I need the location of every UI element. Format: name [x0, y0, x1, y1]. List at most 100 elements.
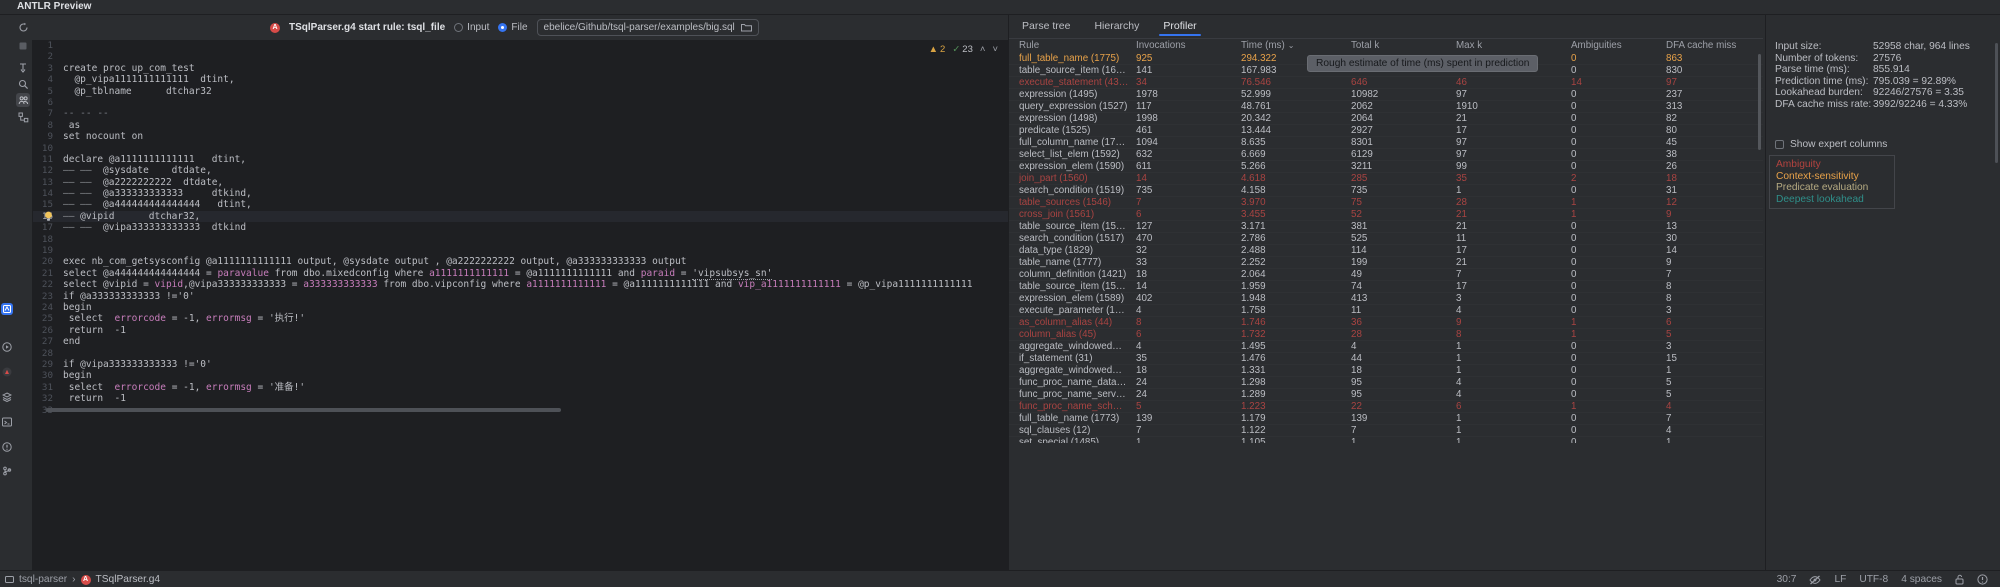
code-line[interactable]: 20exec nb_com_getsysconfig @a11111111111… — [33, 256, 1008, 267]
code-line[interactable]: 2 — [33, 51, 1008, 62]
table-row[interactable]: sql_clauses (12)71.1227104 — [1009, 425, 1763, 437]
scroll-to-source-icon[interactable] — [16, 61, 30, 75]
unlock-icon[interactable] — [1955, 574, 1964, 585]
breadcrumb-project[interactable]: tsql-parser — [19, 574, 67, 585]
table-row[interactable]: expression_elem (1590)6115.266321199026 — [1009, 161, 1763, 173]
profiler-icon[interactable] — [16, 93, 30, 107]
table-row[interactable]: search_condition (1517)4702.78652511030 — [1009, 233, 1763, 245]
code-line[interactable]: 32 return -1 — [33, 393, 1008, 404]
code-line[interactable]: 8 as — [33, 120, 1008, 131]
stop-icon[interactable] — [16, 39, 30, 53]
code-line[interactable]: 16—— @vipid dtchar32, — [33, 211, 1008, 222]
table-row[interactable]: expression (1498)199820.342206421082 — [1009, 113, 1763, 125]
indent-style[interactable]: 4 spaces — [1901, 574, 1942, 585]
refresh-icon[interactable] — [16, 20, 30, 34]
code-line[interactable]: 18 — [33, 234, 1008, 245]
table-row[interactable]: table_source_item (15…141.959741708 — [1009, 281, 1763, 293]
code-line[interactable]: 27end — [33, 336, 1008, 347]
code-line[interactable]: 25 select errorcode = -1, errormsg = '执行… — [33, 313, 1008, 324]
code-line[interactable]: 10 — [33, 143, 1008, 154]
col-dfa-cache-miss[interactable]: DFA cache miss — [1666, 39, 1773, 53]
encoding[interactable]: UTF-8 — [1859, 574, 1888, 585]
code-line[interactable]: 6 — [33, 97, 1008, 108]
table-row[interactable]: column_definition (1421)182.06449707 — [1009, 269, 1763, 281]
table-row[interactable]: set_special (1485)11.1051101 — [1009, 437, 1763, 443]
terminal-icon[interactable] — [1, 416, 13, 428]
git-branch-icon[interactable] — [1, 465, 13, 477]
col-invocations[interactable]: Invocations — [1136, 39, 1241, 53]
table-row[interactable]: query_expression (1527)11748.76120621910… — [1009, 101, 1763, 113]
code-line[interactable]: 12—— —— @sysdate dtdate, — [33, 165, 1008, 176]
col-ambiguities[interactable]: Ambiguities — [1571, 39, 1666, 53]
code-line[interactable]: 5 @p_tblname dtchar32 — [33, 86, 1008, 97]
input-radio[interactable]: Input — [454, 22, 489, 33]
table-row[interactable]: aggregate_windowed…181.33118101 — [1009, 365, 1763, 377]
code-editor[interactable]: 123create proc up_com_test4 @p_vipa11111… — [33, 40, 1008, 568]
code-line[interactable]: 17—— —— @vipa333333333333 dtkind — [33, 222, 1008, 233]
code-line[interactable]: 26 return -1 — [33, 325, 1008, 336]
table-row[interactable]: func_proc_name_serv…241.28995405 — [1009, 389, 1763, 401]
run-icon[interactable] — [1, 341, 13, 353]
next-problem-icon[interactable]: ˅ — [992, 44, 998, 55]
table-row[interactable]: full_table_name (1773)1391.179139107 — [1009, 413, 1763, 425]
table-row[interactable]: aggregate_windowed…41.4954103 — [1009, 341, 1763, 353]
code-line[interactable]: 23if @a333333333333 !='0' — [33, 291, 1008, 302]
file-radio[interactable]: File — [498, 22, 527, 33]
table-row[interactable]: if_statement (31)351.476441015 — [1009, 353, 1763, 365]
code-line[interactable]: 29if @vipa333333333333 !='0' — [33, 359, 1008, 370]
table-row[interactable]: cross_join (1561)63.455522119 — [1009, 209, 1763, 221]
code-line[interactable]: 1 — [33, 40, 1008, 51]
code-line[interactable]: 19 — [33, 245, 1008, 256]
code-line[interactable]: 13—— —— @a2222222222 dtdate, — [33, 177, 1008, 188]
intention-bulb-icon[interactable] — [44, 211, 53, 222]
stats-scrollbar[interactable] — [1995, 43, 1998, 163]
folder-icon[interactable] — [741, 23, 752, 32]
code-line[interactable]: 14—— —— @a333333333333 dtkind, — [33, 188, 1008, 199]
editor-horizontal-scrollbar[interactable] — [46, 408, 561, 412]
table-row[interactable]: full_column_name (17…10948.635830197045 — [1009, 137, 1763, 149]
breadcrumb-file[interactable]: TSqlParser.g4 — [96, 574, 161, 585]
prev-problem-icon[interactable]: ˄ — [980, 44, 986, 55]
table-row[interactable]: execute_statement (43…3476.546646461497 — [1009, 77, 1763, 89]
code-line[interactable]: 7-- -- -- — [33, 108, 1008, 119]
code-line[interactable]: 24begin — [33, 302, 1008, 313]
tab-profiler[interactable]: Profiler — [1161, 20, 1198, 32]
caret-position[interactable]: 30:7 — [1777, 574, 1797, 585]
table-row[interactable]: table_source_item (15…1273.17138121013 — [1009, 221, 1763, 233]
code-line[interactable]: 4 @p_vipa1111111111111 dtint, — [33, 74, 1008, 85]
problems-icon[interactable] — [1, 441, 13, 453]
table-row[interactable]: table_name (1777)332.2521992109 — [1009, 257, 1763, 269]
col-total-k[interactable]: Total k — [1351, 39, 1456, 53]
table-row[interactable]: as_column_alias (44)81.74636916 — [1009, 317, 1763, 329]
col-max-k[interactable]: Max k — [1456, 39, 1571, 53]
expert-columns-checkbox[interactable]: Show expert columns — [1775, 139, 1887, 150]
antlr-preview-icon[interactable] — [1, 303, 13, 315]
table-row[interactable]: join_part (1560)144.61828535218 — [1009, 173, 1763, 185]
table-row[interactable]: column_alias (45)61.73228815 — [1009, 329, 1763, 341]
code-line[interactable]: 30begin — [33, 370, 1008, 381]
checkbox-icon[interactable] — [1775, 140, 1784, 149]
table-row[interactable]: predicate (1525)46113.444292717080 — [1009, 125, 1763, 137]
file-path-field[interactable]: ebelice/Github/tsql-parser/examples/big.… — [537, 19, 759, 36]
line-ending[interactable]: LF — [1834, 574, 1846, 585]
find-icon[interactable] — [16, 77, 30, 91]
code-line[interactable]: 15—— —— @a444444444444444 dtint, — [33, 199, 1008, 210]
code-line[interactable]: 11declare @a1111111111111 dtint, — [33, 154, 1008, 165]
error-indicator-icon[interactable] — [1977, 574, 1988, 585]
code-line[interactable]: 22select @vipid = vipid,@vipa33333333333… — [33, 279, 1008, 290]
table-row[interactable]: func_proc_name_data…241.29895405 — [1009, 377, 1763, 389]
code-line[interactable]: 31 select errorcode = -1, errormsg = '准备… — [33, 382, 1008, 393]
col-rule[interactable]: Rule — [1019, 39, 1136, 53]
highlight-off-icon[interactable] — [1809, 575, 1821, 585]
table-row[interactable]: search_condition (1519)7354.1587351031 — [1009, 185, 1763, 197]
tab-parse-tree[interactable]: Parse tree — [1020, 20, 1072, 32]
table-row[interactable]: expression (1495)197852.99910982970237 — [1009, 89, 1763, 101]
table-row[interactable]: select_list_elem (1592)6326.669612997038 — [1009, 149, 1763, 161]
tab-hierarchy[interactable]: Hierarchy — [1092, 20, 1141, 32]
table-row[interactable]: func_proc_name_sch…51.22322614 — [1009, 401, 1763, 413]
code-line[interactable]: 9set nocount on — [33, 131, 1008, 142]
code-line[interactable]: 21select @a444444444444444 = paravalue f… — [33, 268, 1008, 279]
radio-input-icon[interactable] — [454, 23, 463, 32]
radio-file-icon[interactable] — [498, 23, 507, 32]
hierarchy-icon[interactable] — [16, 110, 30, 124]
